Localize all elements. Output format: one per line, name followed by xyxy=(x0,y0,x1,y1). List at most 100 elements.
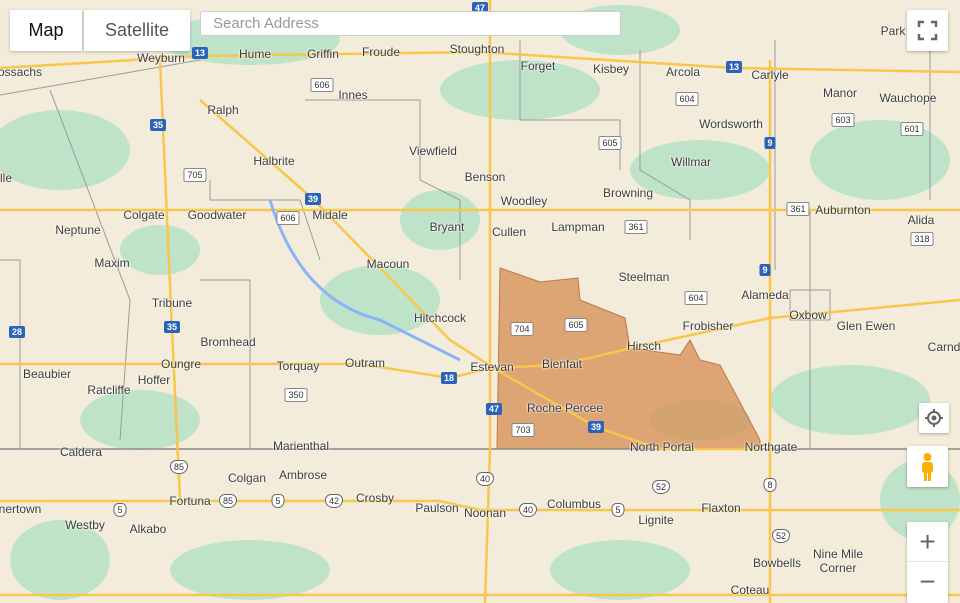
town-label: Hitchcock xyxy=(413,311,467,325)
my-location-icon xyxy=(925,409,943,427)
town-label: Torquay xyxy=(276,359,320,373)
route-shield: 605 xyxy=(598,136,622,150)
town-label: Maxim xyxy=(94,256,130,270)
route-shield: 40 xyxy=(518,503,538,517)
town-label: Alameda xyxy=(741,288,789,302)
town-label: Bryant xyxy=(429,220,465,234)
route-shield: 703 xyxy=(511,423,535,437)
street-view-pegman-button[interactable] xyxy=(907,446,948,487)
town-label: Glen Ewen xyxy=(836,319,896,333)
town-label: Halbrite xyxy=(253,154,295,168)
town-label: Steelman xyxy=(618,270,670,284)
town-label: nertown xyxy=(0,502,42,516)
route-shield: 9 xyxy=(764,137,776,149)
town-label: Roche Percee xyxy=(526,401,604,415)
town-label: Park xyxy=(880,24,906,38)
town-label: Fortuna xyxy=(169,494,211,508)
zoom-out-button[interactable]: − xyxy=(907,562,948,602)
route-shield: 5 xyxy=(271,494,285,508)
route-shield: 318 xyxy=(910,232,934,246)
town-label: Weyburn xyxy=(137,51,185,65)
town-label: Woodley xyxy=(500,194,548,208)
route-shield: 39 xyxy=(587,421,605,433)
town-label: Carlyle xyxy=(751,68,789,82)
search-address-input[interactable] xyxy=(200,11,621,36)
my-location-button[interactable] xyxy=(919,403,949,433)
route-shield: 13 xyxy=(725,61,743,73)
zoom-controls: + − xyxy=(907,522,948,603)
town-label: Lampman xyxy=(551,220,605,234)
town-label: lle xyxy=(0,171,13,185)
town-label: Paulson xyxy=(415,501,459,515)
route-shield: 85 xyxy=(218,494,238,508)
town-label: North Portal xyxy=(629,440,695,454)
town-label: Carnd xyxy=(927,340,960,354)
town-label: Oungre xyxy=(160,357,202,371)
map-type-satellite-tab[interactable]: Satellite xyxy=(84,10,190,51)
fullscreen-button[interactable] xyxy=(907,10,948,51)
town-label: Colgate xyxy=(123,208,165,222)
route-shield: 604 xyxy=(675,92,699,106)
town-label: Alida xyxy=(907,213,935,227)
route-shield: 606 xyxy=(310,78,334,92)
route-shield: 47 xyxy=(485,403,503,415)
town-label: Griffin xyxy=(307,47,339,61)
town-label: Browning xyxy=(602,186,654,200)
town-label: Ratcliffe xyxy=(87,383,131,397)
town-label: Columbus xyxy=(546,497,602,511)
route-shield: 5 xyxy=(113,503,127,517)
route-shield: 606 xyxy=(276,211,300,225)
town-label: Cullen xyxy=(491,225,527,239)
town-label: Lignite xyxy=(638,513,674,527)
fullscreen-icon xyxy=(917,20,938,41)
town-label: Outram xyxy=(344,356,386,370)
town-label: Nine Mile xyxy=(812,547,864,561)
route-shield: 35 xyxy=(149,119,167,131)
route-shield: 5 xyxy=(611,503,625,517)
route-shield: 603 xyxy=(831,113,855,127)
route-shield: 13 xyxy=(191,47,209,59)
town-label: Wauchope xyxy=(879,91,937,105)
zoom-in-button[interactable]: + xyxy=(907,522,948,562)
town-label: Corner xyxy=(819,561,857,575)
town-label: Bromhead xyxy=(200,335,256,349)
town-label: Estevan xyxy=(470,360,514,374)
route-shield: 52 xyxy=(651,480,671,494)
town-label: Coteau xyxy=(730,583,770,597)
town-label: Hoffer xyxy=(137,373,171,387)
town-label: Northgate xyxy=(744,440,798,454)
town-label: Goodwater xyxy=(187,208,247,222)
route-shield: 18 xyxy=(440,372,458,384)
route-shield: 704 xyxy=(510,322,534,336)
town-label: Colgan xyxy=(227,471,267,485)
town-label: Flaxton xyxy=(701,501,741,515)
town-label: Benson xyxy=(464,170,506,184)
town-label: Manor xyxy=(822,86,858,100)
town-label: Stoughton xyxy=(449,42,505,56)
town-label: Frobisher xyxy=(682,319,734,333)
town-label: Hirsch xyxy=(626,339,662,353)
town-label: Noonan xyxy=(463,506,507,520)
town-label: Auburnton xyxy=(815,203,871,217)
town-label: Ralph xyxy=(207,103,239,117)
town-label: Neptune xyxy=(55,223,101,237)
town-label: Bowbells xyxy=(752,556,802,570)
town-label: Willmar xyxy=(671,155,711,169)
town-label: Hume xyxy=(238,47,272,61)
route-shield: 361 xyxy=(786,202,810,216)
route-shield: 350 xyxy=(284,388,308,402)
route-shield: 604 xyxy=(684,291,708,305)
town-label: Ambrose xyxy=(278,468,328,482)
town-label: Marienthal xyxy=(272,439,330,453)
town-label: Tribune xyxy=(151,296,193,310)
town-label: Crosby xyxy=(355,491,395,505)
map-type-map-tab[interactable]: Map xyxy=(10,10,82,51)
route-shield: 28 xyxy=(8,326,26,338)
town-label: Viewfield xyxy=(409,144,457,158)
route-shield: 42 xyxy=(324,494,344,508)
route-shield: 605 xyxy=(564,318,588,332)
town-label: Froude xyxy=(361,45,401,59)
town-label: Forget xyxy=(520,59,556,73)
town-label: Beaubier xyxy=(22,367,72,381)
town-label: Macoun xyxy=(366,257,410,271)
